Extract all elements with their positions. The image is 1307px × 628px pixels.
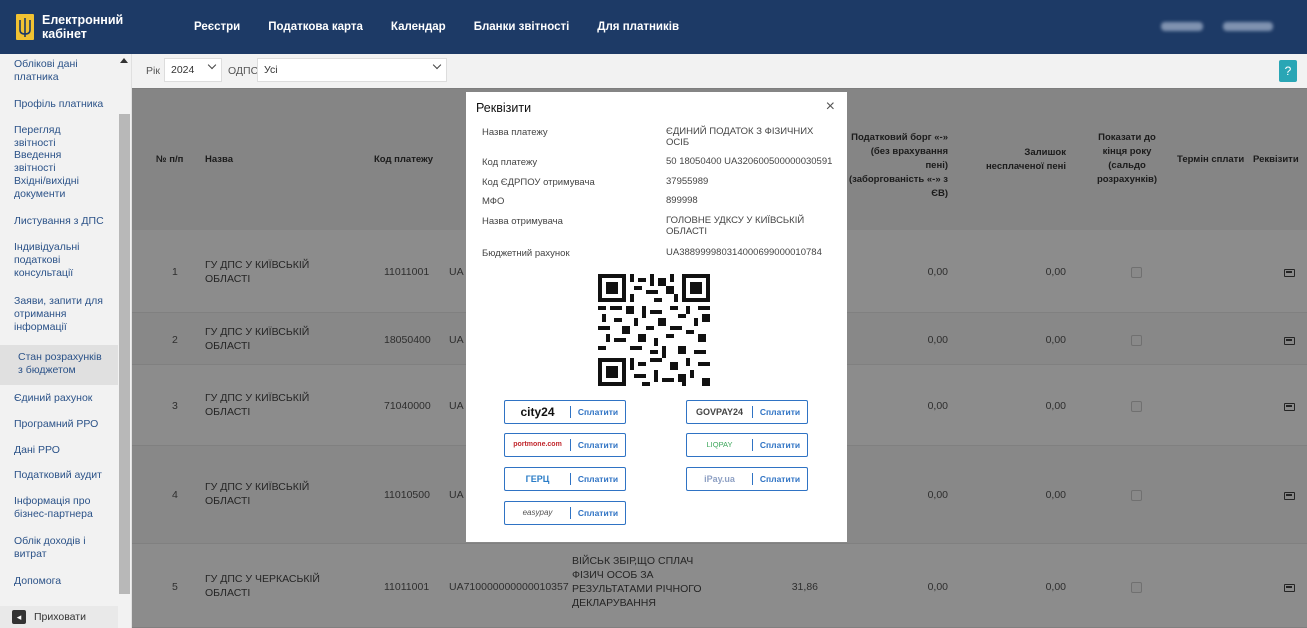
nav-registers[interactable]: Реєстри — [194, 21, 240, 33]
sidebar-item-account-data[interactable]: Облікові дані платника — [0, 58, 118, 84]
field-label-edrpou: Код ЄДРПОУ отримувача — [482, 177, 595, 188]
sidebar-item-income-expenses[interactable]: Облік доходів і витрат — [0, 535, 118, 561]
pay-easypay-button[interactable]: easypay Сплатити — [504, 501, 626, 525]
sidebar-item-single-account[interactable]: Єдиний рахунок — [0, 392, 118, 405]
main-nav: Реєстри Податкова карта Календар Бланки … — [162, 21, 679, 33]
hide-sidebar-button[interactable]: ◂ Приховати — [0, 606, 118, 628]
sidebar-item-tax-audit[interactable]: Податковий аудит — [0, 469, 118, 482]
sidebar-item-view-reports[interactable]: Перегляд звітності — [0, 124, 118, 150]
sidebar-item-business-partner[interactable]: Інформація про бізнес-партнера — [0, 495, 118, 521]
portmone-logo-icon: portmone.com — [505, 439, 571, 451]
user-info[interactable] — [1161, 22, 1273, 31]
field-label-payment-name: Назва платежу — [482, 127, 548, 138]
sidebar-item-consultations[interactable]: Індивідуальні податкові консультації — [0, 241, 118, 280]
sidebar-item-budget-settlements[interactable]: Стан розрахунків з бюджетом — [0, 345, 118, 385]
pay-label: Сплатити — [759, 440, 801, 450]
field-value-mfo: 899998 — [666, 195, 698, 206]
easypay-logo-icon: easypay — [505, 507, 571, 519]
gerc-logo-icon: ГЕРЦ — [505, 473, 571, 485]
year-value: 2024 — [171, 64, 195, 76]
pay-gerc-button[interactable]: ГЕРЦ Сплатити — [504, 467, 626, 491]
sidebar-item-enter-reports[interactable]: Введення звітності — [0, 149, 118, 175]
nav-tax-map[interactable]: Податкова карта — [268, 21, 363, 33]
pay-label: Сплатити — [577, 407, 619, 417]
field-value-payment-code: 50 18050400 UA320600500000030591 — [666, 156, 833, 167]
sidebar-item-software-rro[interactable]: Програмний РРО — [0, 418, 118, 431]
odps-select[interactable]: Усі — [257, 58, 447, 82]
requisites-modal: Реквізити × Назва платежу ЄДИНИЙ ПОДАТОК… — [466, 92, 847, 542]
ipay-logo-icon: iPay.ua — [687, 473, 753, 485]
pay-ipay-button[interactable]: iPay.ua Сплатити — [686, 467, 808, 491]
nav-calendar[interactable]: Календар — [391, 21, 446, 33]
sidebar-item-requests[interactable]: Заяви, запити для отримання інформації — [0, 295, 118, 334]
pay-govpay24-button[interactable]: GOVPAY24 Сплатити — [686, 400, 808, 424]
sidebar-item-correspondence[interactable]: Листування з ДПС — [0, 215, 118, 228]
odps-label: ОДПС — [228, 65, 259, 77]
sidebar-item-documents[interactable]: Вхідні/вихідні документи — [0, 175, 118, 201]
pay-label: Сплатити — [577, 508, 619, 518]
field-value-budget-account: UA388999980314000699000010784 — [666, 247, 822, 258]
filter-bar: Рік 2024 ОДПС Усі ? — [132, 54, 1307, 88]
field-value-payment-name: ЄДИНИЙ ПОДАТОК З ФІЗИЧНИХ ОСІБ — [666, 126, 814, 148]
modal-title: Реквізити — [476, 101, 532, 115]
odps-value: Усі — [264, 64, 278, 76]
pay-label: Сплатити — [577, 440, 619, 450]
nav-report-forms[interactable]: Бланки звітності — [474, 21, 570, 33]
field-label-budget-account: Бюджетний рахунок — [482, 248, 570, 259]
pay-label: Сплатити — [577, 474, 619, 484]
field-label-payment-code: Код платежу — [482, 157, 538, 168]
top-navigation: Електронний кабінет Реєстри Податкова ка… — [0, 0, 1307, 54]
pay-label: Сплатити — [759, 407, 801, 417]
pay-city24-button[interactable]: city24 Сплатити — [504, 400, 626, 424]
collapse-left-icon: ◂ — [12, 610, 26, 624]
scroll-up-arrow-icon[interactable] — [120, 58, 128, 63]
pay-label: Сплатити — [759, 474, 801, 484]
govpay24-logo-icon: GOVPAY24 — [687, 406, 753, 418]
sidebar-item-rro-data[interactable]: Дані РРО — [0, 444, 118, 457]
sidebar-item-help[interactable]: Допомога — [0, 575, 118, 588]
app-title[interactable]: Електронний кабінет — [42, 13, 162, 41]
field-label-mfo: МФО — [482, 196, 505, 207]
sidebar-item-profile[interactable]: Профіль платника — [0, 98, 118, 111]
nav-for-payers[interactable]: Для платників — [597, 21, 679, 33]
close-icon[interactable]: × — [826, 98, 835, 116]
pay-portmone-button[interactable]: portmone.com Сплатити — [504, 433, 626, 457]
payment-qr-code — [598, 274, 710, 386]
liqpay-logo-icon: LIQPAY — [687, 439, 753, 451]
city24-logo-icon: city24 — [505, 406, 571, 418]
hide-sidebar-label: Приховати — [34, 611, 86, 623]
sidebar-scrollbar-thumb[interactable] — [119, 114, 130, 594]
field-value-recipient: ГОЛОВНЕ УДКСУ У КИЇВСЬКІЙ ОБЛАСТІ — [666, 215, 805, 237]
pay-liqpay-button[interactable]: LIQPAY Сплатити — [686, 433, 808, 457]
trident-logo-icon[interactable] — [16, 14, 34, 40]
year-label: Рік — [146, 65, 160, 77]
help-button[interactable]: ? — [1279, 60, 1297, 82]
field-label-recipient: Назва отримувача — [482, 216, 563, 227]
sidebar: Облікові дані платника Профіль платника … — [0, 54, 132, 628]
field-value-edrpou: 37955989 — [666, 176, 709, 187]
